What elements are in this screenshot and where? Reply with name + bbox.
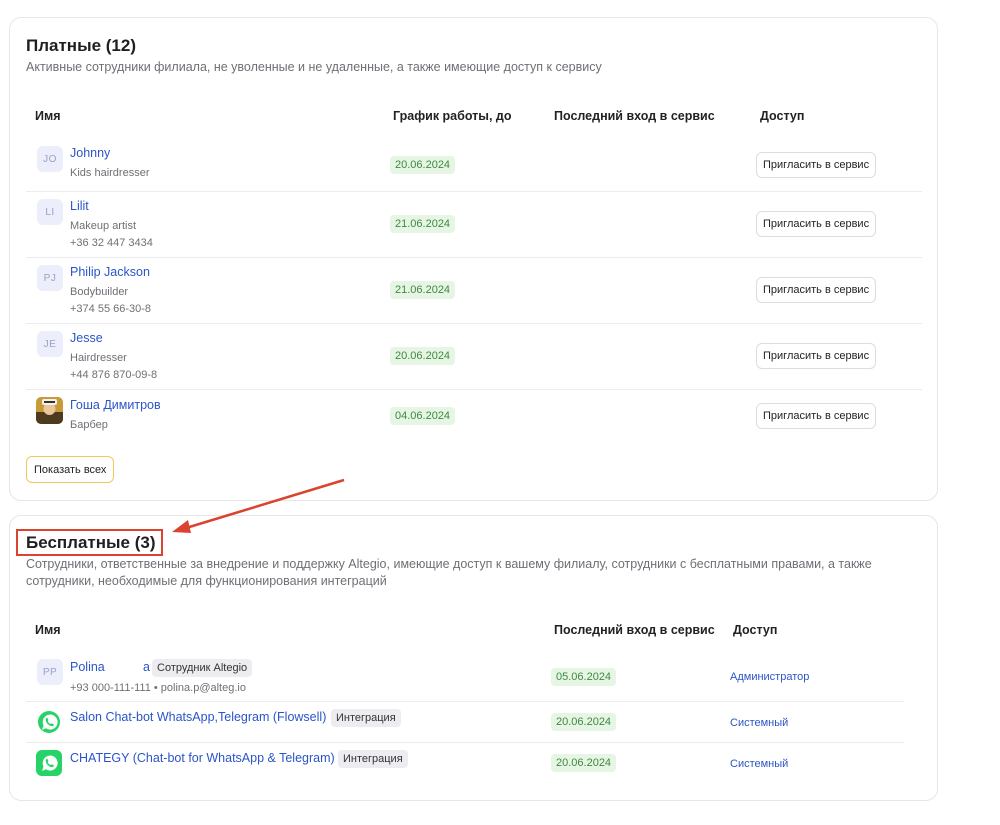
annotation-arrow [172, 478, 345, 533]
